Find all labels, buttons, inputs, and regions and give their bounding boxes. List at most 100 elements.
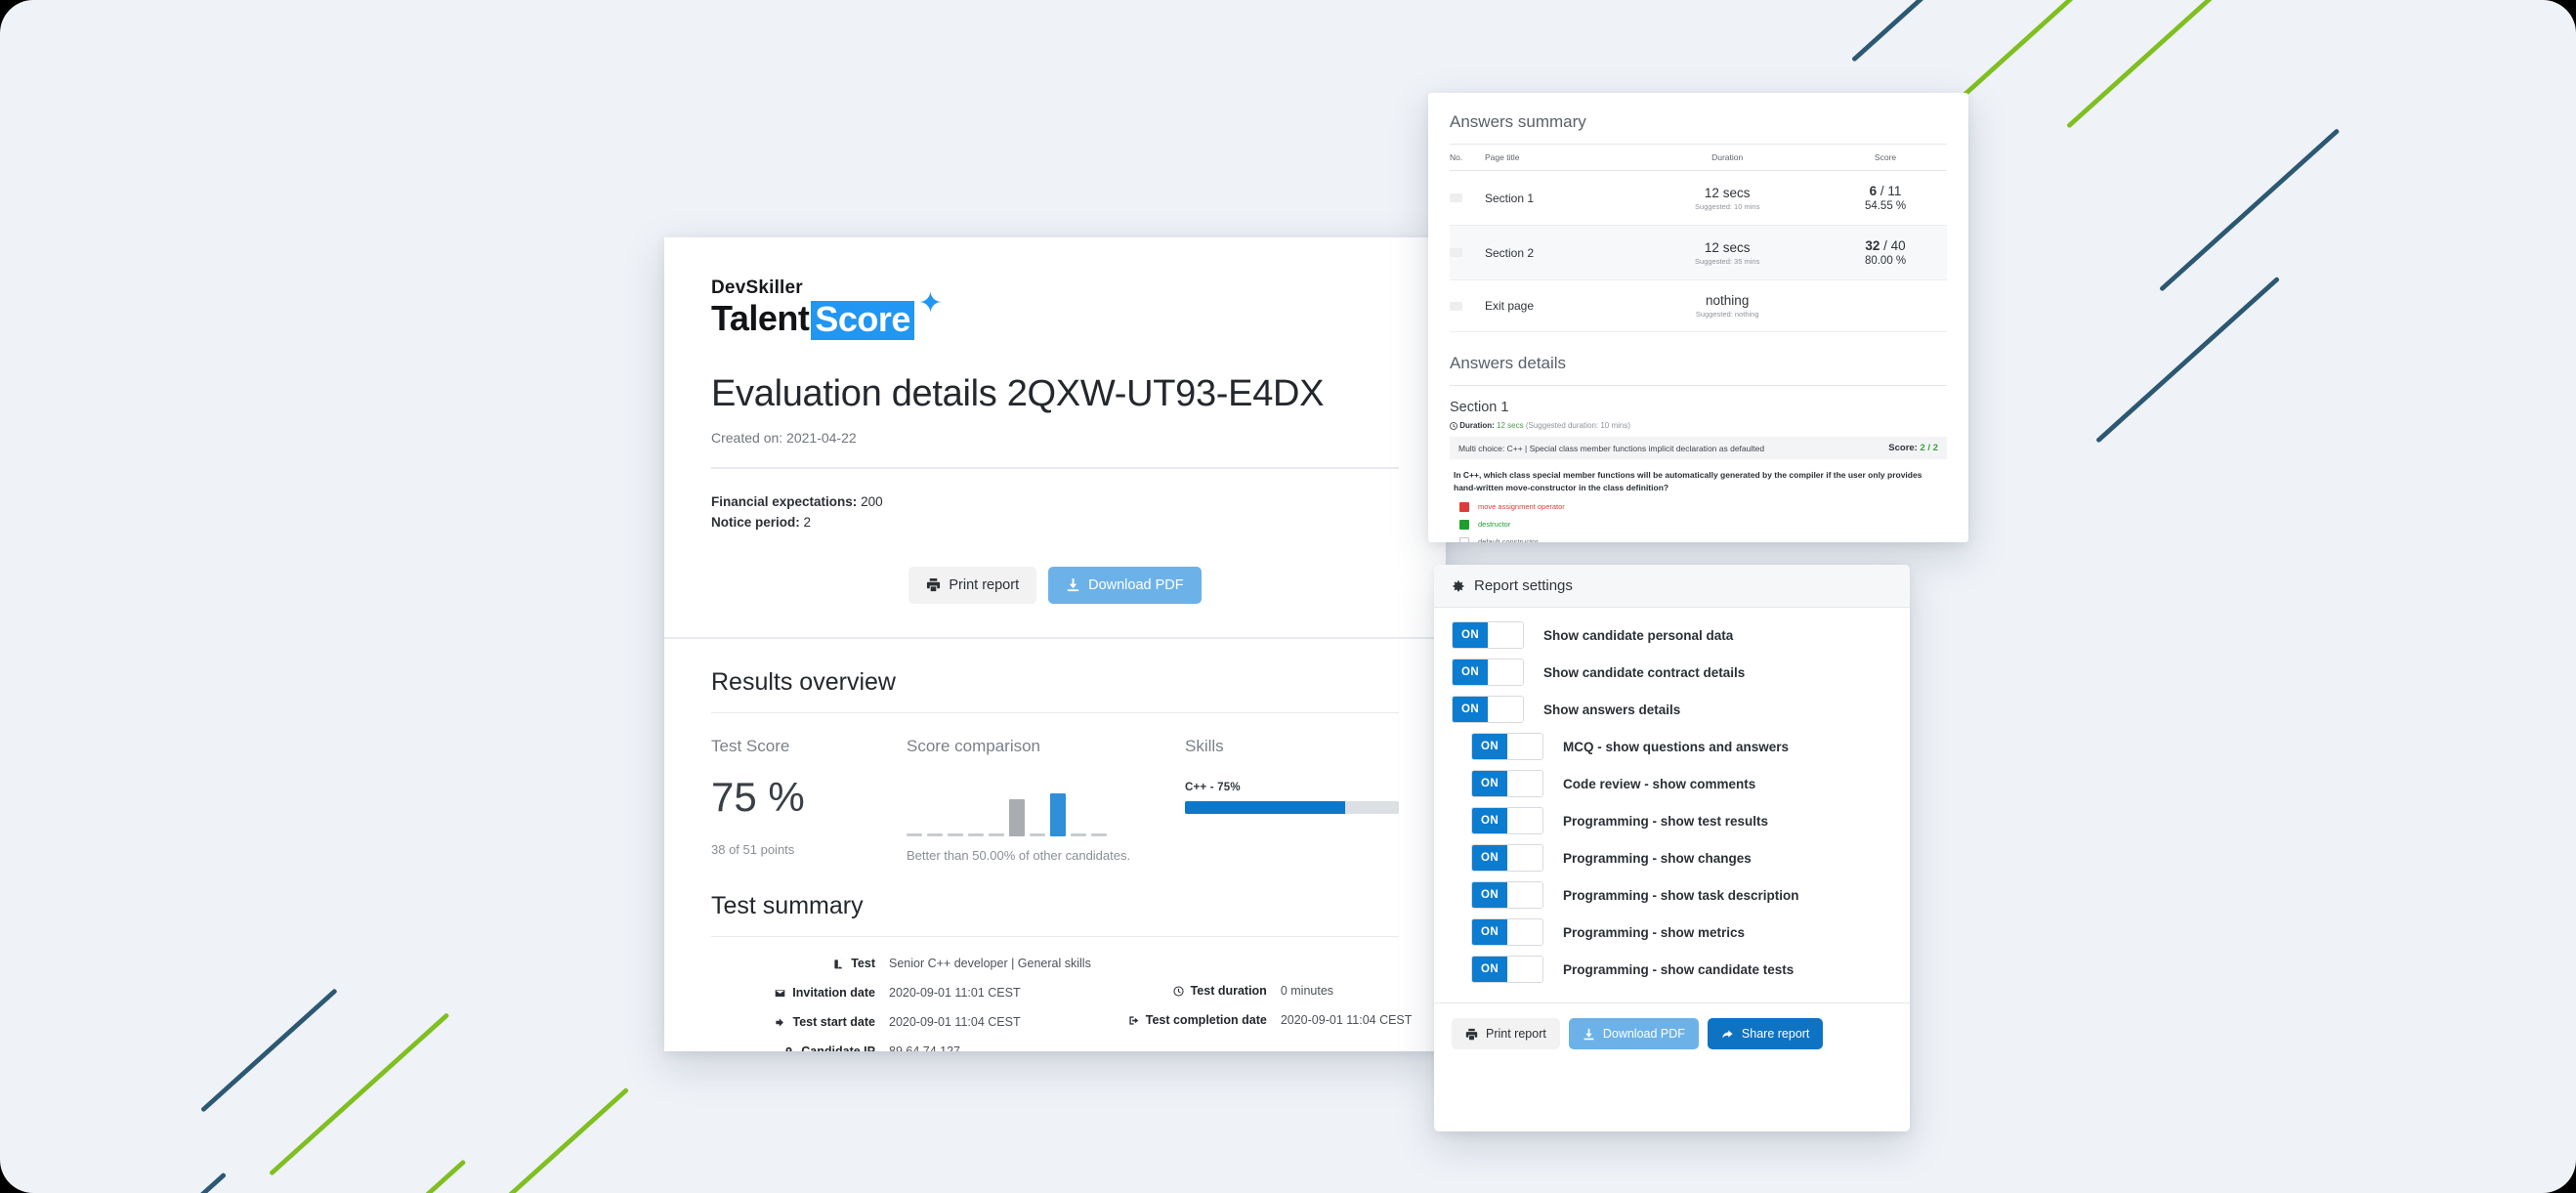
checkbox-icon[interactable] xyxy=(1459,536,1469,542)
toggle-switch[interactable]: ON xyxy=(1471,918,1543,946)
decorative-diagonal-line xyxy=(269,1012,450,1176)
logo-talent-text: Talent xyxy=(711,298,810,338)
setting-label: MCQ - show questions and answers xyxy=(1563,739,1790,754)
setting-label: Programming - show candidate tests xyxy=(1563,961,1795,977)
test-summary-heading: Test summary xyxy=(711,891,864,919)
toggle-track xyxy=(1507,771,1542,796)
toggle-track xyxy=(1507,882,1542,908)
test-score-block: Test Score 75 % 38 of 51 points xyxy=(711,737,907,863)
score-comparison-label: Score comparison xyxy=(907,736,1041,755)
row-duration-suggested: Suggested: 35 mins xyxy=(1695,256,1760,266)
settings-download-pdf-button[interactable]: Download PDF xyxy=(1568,1018,1699,1049)
summary-key-group: Candidate IP xyxy=(711,1044,875,1051)
toggle-state-label: ON xyxy=(1472,957,1507,982)
question-score-value: 2 / 2 xyxy=(1920,443,1939,453)
setting-label: Show candidate contract details xyxy=(1543,664,1746,680)
setting-label: Programming - show metrics xyxy=(1563,924,1746,940)
print-report-button[interactable]: Print report xyxy=(908,566,1037,604)
summary-value: 89.64.74.127(Approx. location: Poland) xyxy=(889,1044,960,1051)
toggle-switch[interactable]: ON xyxy=(1452,659,1524,686)
answer-option[interactable]: move assignment operator xyxy=(1450,501,1947,512)
test-score-label: Test Score xyxy=(711,736,790,755)
test-score-points: 38 of 51 points xyxy=(711,841,795,857)
answer-options-list: move assignment operator destructor defaul… xyxy=(1450,501,1947,542)
answer-option-label: destructor xyxy=(1478,520,1511,529)
summary-value: Senior C++ developer | General skills xyxy=(889,956,1091,970)
decorative-diagonal-line xyxy=(2095,276,2281,444)
download-icon xyxy=(1066,577,1080,592)
book-icon xyxy=(833,959,844,969)
toggle-switch[interactable]: ON xyxy=(1471,733,1543,760)
setting-row: ON Code review - show comments xyxy=(1452,770,1892,797)
row-page-title-cell: Section 2 xyxy=(1485,225,1631,280)
setting-row: ON Programming - show metrics xyxy=(1452,918,1892,946)
toggle-switch[interactable]: ON xyxy=(1452,621,1524,649)
share-report-button[interactable]: Share report xyxy=(1707,1018,1824,1049)
summary-value: 2020-09-01 11:04 CEST xyxy=(889,1014,1021,1029)
decorative-diagonal-line xyxy=(361,1159,467,1193)
setting-row: ON Programming - show test results xyxy=(1452,807,1892,834)
answer-option-label: move assignment operator xyxy=(1478,502,1565,511)
score-comparison-block: Score comparison Better than 50.00% of o… xyxy=(907,737,1185,863)
column-header-score: Score xyxy=(1824,145,1947,171)
toggle-state-label: ON xyxy=(1453,660,1488,685)
setting-row: ON Show answers details xyxy=(1452,696,1892,723)
duration-label: Duration: xyxy=(1459,421,1495,430)
row-score-cell: 6 / 11 54.55 % xyxy=(1824,170,1947,226)
page-title: Evaluation details 2QXW-UT93-E4DX xyxy=(711,373,1325,414)
checkbox-icon[interactable] xyxy=(1459,519,1469,530)
toggle-state-label: ON xyxy=(1472,882,1507,908)
answer-option[interactable]: destructor xyxy=(1450,519,1947,530)
table-row[interactable]: Exit page nothing Suggested: nothing xyxy=(1450,279,1947,332)
test-summary-left-column: Test Senior C++ developer | General skill… xyxy=(711,957,1091,1051)
answers-details-section-title: Section 1 xyxy=(1450,400,1509,415)
toggle-track xyxy=(1507,845,1542,871)
answer-option[interactable]: default constructor xyxy=(1450,536,1947,542)
decorative-diagonal-line xyxy=(1851,0,2025,63)
toggle-switch[interactable]: ON xyxy=(1471,956,1543,983)
row-score: 32 / 40 xyxy=(1865,238,1906,253)
settings-print-report-label: Print report xyxy=(1486,1027,1546,1041)
summary-value: 2020-09-01 11:01 CEST xyxy=(889,985,1021,1000)
toggle-switch[interactable]: ON xyxy=(1452,696,1524,723)
summary-key: Test completion date xyxy=(1145,1012,1267,1027)
toggle-switch[interactable]: ON xyxy=(1471,770,1543,797)
row-score: 6 / 11 xyxy=(1869,184,1902,198)
financial-expectations-label: Financial expectations: xyxy=(711,494,858,509)
row-score-cell xyxy=(1824,279,1947,332)
printer-icon xyxy=(926,577,941,592)
setting-row: ON Programming - show changes xyxy=(1452,844,1892,872)
setting-row: ON Programming - show task description xyxy=(1452,881,1892,909)
score-comparison-chart xyxy=(907,776,1185,836)
toggle-state-label: ON xyxy=(1472,771,1507,796)
toggle-switch[interactable]: ON xyxy=(1471,807,1543,834)
summary-key: Candidate IP xyxy=(801,1044,875,1051)
toggle-switch[interactable]: ON xyxy=(1471,844,1543,872)
skill-progress-track xyxy=(1185,800,1399,814)
summary-key: Test duration xyxy=(1190,983,1267,998)
toggle-track xyxy=(1488,660,1523,685)
skill-progress-fill xyxy=(1185,800,1346,814)
settings-print-report-button[interactable]: Print report xyxy=(1452,1018,1560,1049)
decorative-diagonal-line xyxy=(93,1172,228,1193)
row-no-cell xyxy=(1450,225,1485,280)
share-report-label: Share report xyxy=(1741,1027,1810,1041)
question-type-title: Multi choice: C++ | Special class member… xyxy=(1458,443,1765,453)
setting-label: Programming - show task description xyxy=(1563,887,1799,903)
toggle-switch[interactable]: ON xyxy=(1471,881,1543,909)
share-arrow-icon xyxy=(1721,1028,1734,1041)
answers-details-heading: Answers details xyxy=(1450,354,1567,372)
download-pdf-label: Download PDF xyxy=(1088,576,1184,593)
row-duration: nothing xyxy=(1706,293,1750,308)
table-row[interactable]: Section 1 12 secs Suggested: 10 mins 6 / 11… xyxy=(1450,170,1947,226)
sparkle-icon: ✦ xyxy=(917,287,944,320)
duration-value: 12 secs xyxy=(1497,421,1524,430)
checkbox-icon[interactable] xyxy=(1459,501,1469,512)
row-duration-suggested: Suggested: 10 mins xyxy=(1695,201,1760,211)
sign-out-icon xyxy=(1128,1015,1139,1026)
envelope-icon xyxy=(775,988,785,999)
toggle-state-label: ON xyxy=(1453,622,1488,648)
download-pdf-button[interactable]: Download PDF xyxy=(1048,566,1202,604)
results-overview-grid: Test Score 75 % 38 of 51 points Score co… xyxy=(711,737,1399,863)
table-row[interactable]: Section 2 12 secs Suggested: 35 mins 32 / 4… xyxy=(1450,225,1947,280)
